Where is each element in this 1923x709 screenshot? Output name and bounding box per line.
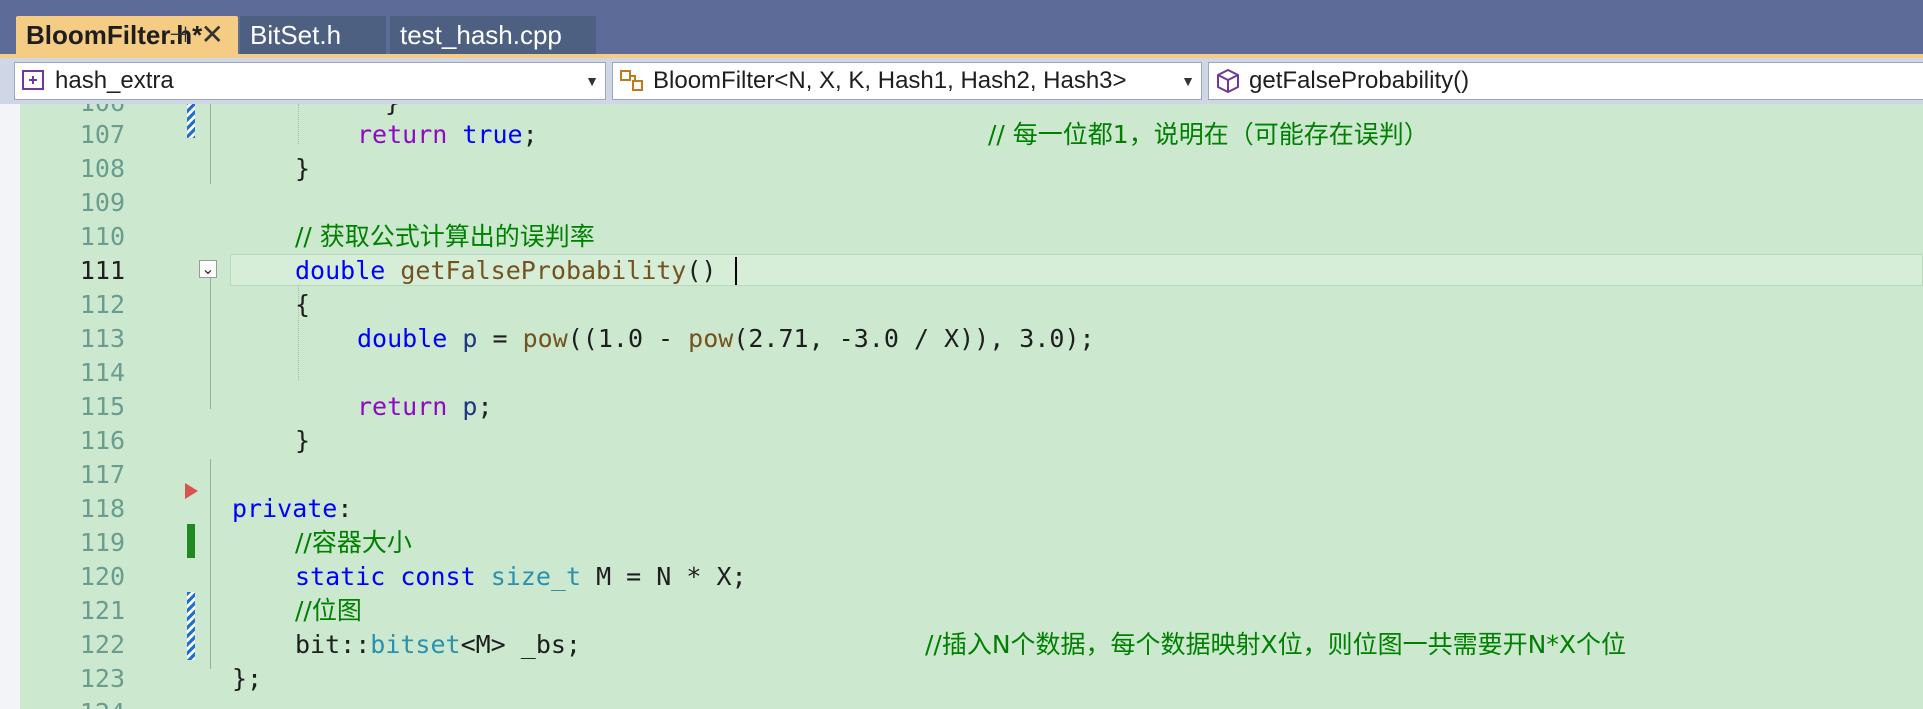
code-text: return p; [357,392,493,421]
code-line-107[interactable]: 107 return true; // 每一位都1，说明在（可能存在误判） [0,118,1923,152]
code-line-124[interactable]: 124 [0,696,1923,709]
code-comment: //位图 [295,596,362,625]
document-tab-strip: BloomFilter.h* ⊣ ✕ BitSet.h test_hash.cp… [0,0,1923,56]
scope-name: BloomFilter<N, X, K, Hash1, Hash2, Hash3… [653,67,1127,94]
code-line-110[interactable]: 110 // 获取公式计算出的误判率 [0,220,1923,254]
line-number: 118 [79,494,125,523]
code-comment: // 每一位都1，说明在（可能存在误判） [988,120,1429,149]
code-text: }; [232,664,263,693]
close-icon[interactable]: ✕ [201,16,224,54]
project-icon [22,70,44,90]
code-comment: //插入N个数据，每个数据映射X位，则位图一共需要开N*X个位 [925,630,1627,659]
project-dropdown[interactable]: hash_extra ▼ [14,62,606,100]
text-caret [735,257,737,285]
line-number: 109 [79,188,125,217]
tab-bloomfilter-h[interactable]: BloomFilter.h* ⊣ ✕ [16,16,238,54]
code-text: private: [232,494,353,523]
code-text: } [295,154,311,183]
line-number: 122 [79,630,125,659]
tab-label: test_hash.cpp [400,20,562,50]
code-comment: //容器大小 [295,528,412,557]
code-text: double getFalseProbability() [295,256,717,285]
member-cube-icon [1217,68,1239,94]
code-comment: // 获取公式计算出的误判率 [295,222,595,251]
chevron-down-icon: ▼ [1181,73,1195,89]
code-line-121[interactable]: 121 //位图 [0,594,1923,628]
code-line-123[interactable]: 123 }; [0,662,1923,696]
class-scope-icon [620,70,643,91]
code-text: { [295,290,311,319]
line-number: 111 [79,256,125,285]
line-number: 108 [79,154,125,183]
project-name: hash_extra [55,67,174,94]
code-line-114[interactable]: 114 [0,356,1923,390]
code-line-117[interactable]: 117 [0,458,1923,492]
code-text: bit::bitset<M> _bs; [295,630,581,659]
line-number: 114 [79,358,125,387]
line-number: 112 [79,290,125,319]
code-line-109[interactable]: 109 [0,186,1923,220]
code-line-115[interactable]: 115 return p; [0,390,1923,424]
pin-icon[interactable]: ⊣ [169,16,188,54]
code-line-118[interactable]: 118 private: [0,492,1923,526]
code-text: return true; [357,120,538,149]
tab-test-hash-cpp[interactable]: test_hash.cpp [390,16,596,54]
line-number: 115 [79,392,125,421]
tab-bitset-h[interactable]: BitSet.h [240,16,386,54]
scope-dropdown[interactable]: BloomFilter<N, X, K, Hash1, Hash2, Hash3… [612,62,1202,100]
line-number: 124 [50,696,125,709]
tab-label: BitSet.h [250,20,342,50]
line-number: 110 [79,222,125,251]
code-editor[interactable]: ⌄ 106 } 107 return true; // 每一位都1，说明在（可能… [0,104,1923,709]
line-number: 119 [79,528,125,557]
code-text: static const size_t M = N * X; [295,562,747,591]
code-line-111[interactable]: 111 double getFalseProbability() [0,254,1923,288]
code-line-120[interactable]: 120 static const size_t M = N * X; [0,560,1923,594]
line-number: 123 [79,664,125,693]
code-line-122[interactable]: 122 bit::bitset<M> _bs; //插入N个数据，每个数据映射X… [0,628,1923,662]
member-dropdown[interactable]: getFalseProbability() [1208,62,1923,100]
code-text: } [295,426,311,455]
code-line-108[interactable]: 108 } [0,152,1923,186]
chevron-down-icon: ▼ [585,73,599,89]
member-name: getFalseProbability() [1249,67,1470,94]
code-line-113[interactable]: 113 double p = pow((1.0 - pow(2.71, -3.0… [0,322,1923,356]
line-number: 116 [79,426,125,455]
line-number: 120 [79,562,125,591]
code-line-112[interactable]: 112 { [0,288,1923,322]
code-line-116[interactable]: 116 } [0,424,1923,458]
navigation-bar: hash_extra ▼ BloomFilter<N, X, K, Hash1,… [0,58,1923,104]
line-number: 121 [79,596,125,625]
line-number: 117 [79,460,125,489]
line-number: 107 [79,120,125,149]
code-text: double p = pow((1.0 - pow(2.71, -3.0 / X… [357,324,1095,353]
code-line-119[interactable]: 119 //容器大小 [0,526,1923,560]
line-number: 113 [79,324,125,353]
